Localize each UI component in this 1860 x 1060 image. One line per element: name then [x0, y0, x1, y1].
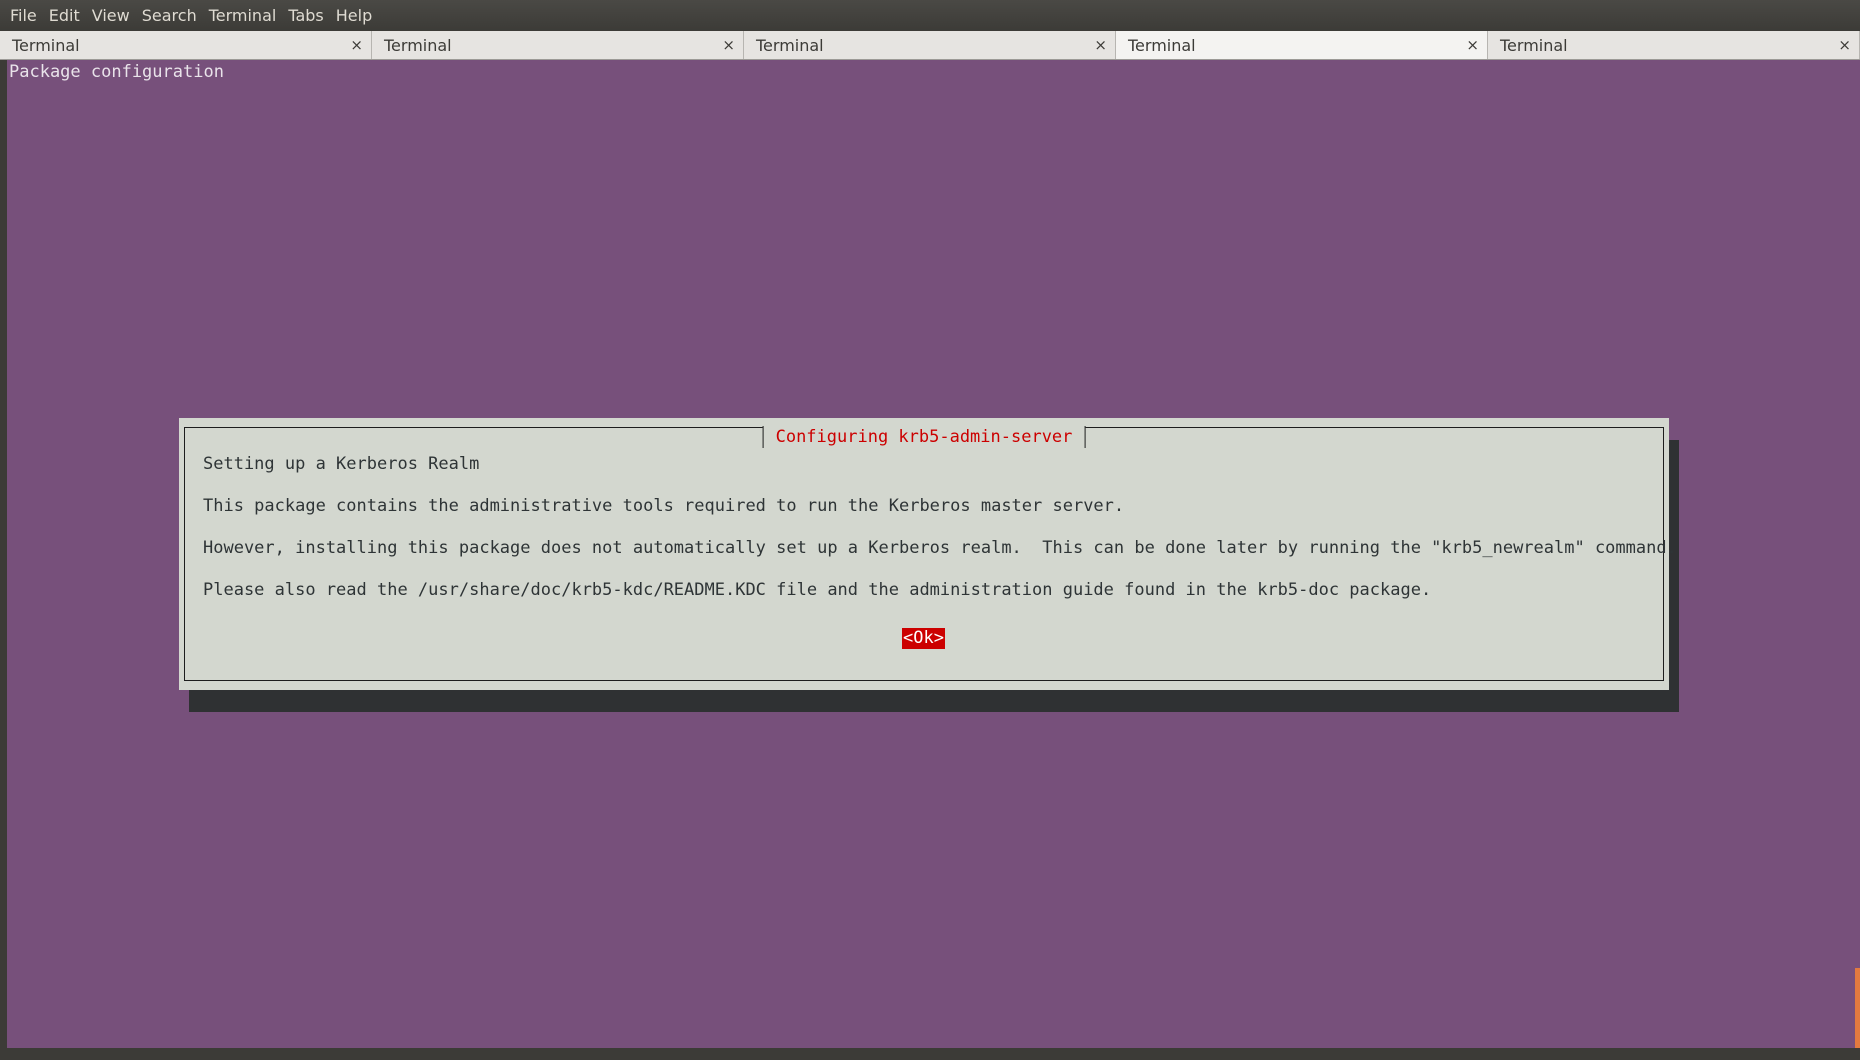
- close-icon[interactable]: ×: [722, 36, 735, 54]
- dialog-line-description: This package contains the administrative…: [203, 496, 1125, 516]
- dialog-line-heading: Setting up a Kerberos Realm: [203, 454, 480, 474]
- menu-search[interactable]: Search: [136, 0, 203, 31]
- package-configuration-header: Package configuration: [9, 62, 224, 82]
- close-icon[interactable]: ×: [1838, 36, 1851, 54]
- close-icon[interactable]: ×: [1094, 36, 1107, 54]
- dialog-frame: Configuring krb5-admin-server Setting up…: [184, 426, 1677, 681]
- close-icon[interactable]: ×: [1466, 36, 1479, 54]
- tab-label: Terminal: [384, 35, 452, 55]
- dialog-title: Configuring krb5-admin-server: [762, 426, 1086, 448]
- window-left-edge: [0, 60, 7, 1048]
- tab-label: Terminal: [756, 35, 824, 55]
- menu-help[interactable]: Help: [330, 0, 378, 31]
- menu-view[interactable]: View: [86, 0, 136, 31]
- ok-button[interactable]: <Ok>: [902, 628, 945, 649]
- tab-terminal-1[interactable]: Terminal ×: [0, 31, 372, 59]
- dialog-line-readme: Please also read the /usr/share/doc/krb5…: [203, 580, 1432, 600]
- tab-label: Terminal: [12, 35, 80, 55]
- scrollbar[interactable]: [1853, 60, 1860, 1048]
- menu-file[interactable]: File: [4, 0, 43, 31]
- tab-bar: Terminal × Terminal × Terminal × Termina…: [0, 31, 1860, 60]
- tab-terminal-2[interactable]: Terminal ×: [372, 31, 744, 59]
- tab-terminal-3[interactable]: Terminal ×: [744, 31, 1116, 59]
- menubar: File Edit View Search Terminal Tabs Help: [0, 0, 1860, 31]
- close-icon[interactable]: ×: [350, 36, 363, 54]
- config-dialog: Configuring krb5-admin-server Setting up…: [179, 418, 1677, 690]
- terminal-screen[interactable]: Package configuration Configuring krb5-a…: [7, 60, 1853, 1048]
- menu-edit[interactable]: Edit: [43, 0, 86, 31]
- menu-tabs[interactable]: Tabs: [282, 0, 329, 31]
- dialog-line-realm-note: However, installing this package does no…: [203, 538, 1677, 558]
- menu-terminal[interactable]: Terminal: [203, 0, 283, 31]
- tab-terminal-5[interactable]: Terminal ×: [1488, 31, 1860, 59]
- tab-terminal-4[interactable]: Terminal ×: [1116, 31, 1488, 59]
- scrollbar-thumb[interactable]: [1855, 968, 1860, 1048]
- tab-label: Terminal: [1128, 35, 1196, 55]
- tab-label: Terminal: [1500, 35, 1568, 55]
